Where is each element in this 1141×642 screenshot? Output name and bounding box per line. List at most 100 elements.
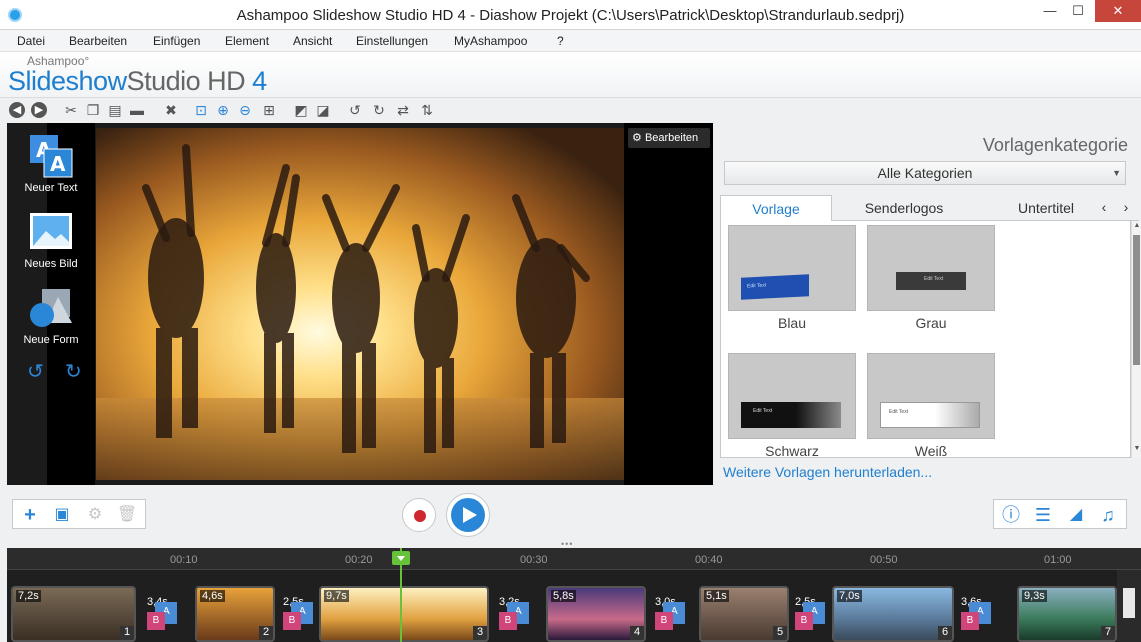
menu-datei[interactable]: Datei (17, 34, 45, 48)
transition-b-icon: B (499, 612, 517, 630)
clip-number: 7 (1101, 626, 1115, 640)
timeline-clip-3[interactable]: 9,7s 3 (319, 586, 489, 642)
play-button[interactable] (446, 493, 490, 537)
ruler-tick: 01:00 (1044, 554, 1072, 566)
record-icon (414, 510, 426, 522)
brand-name-part1: Slideshow (8, 66, 127, 96)
list-view-icon[interactable]: ☰ (1031, 503, 1055, 527)
copy-icon[interactable]: ❐ (84, 101, 102, 119)
timeline-transition-1[interactable]: 3,4s A B (145, 586, 187, 642)
tab-next-icon[interactable]: › (1116, 197, 1136, 217)
beach-photo (96, 128, 624, 480)
flip-icon[interactable]: ⇄ (394, 101, 412, 119)
add-media-icon[interactable]: ▣ (50, 503, 74, 527)
new-shape-tool[interactable]: Neue Form (7, 285, 95, 346)
rotate-left-icon[interactable]: ↺ (346, 101, 364, 119)
timeline-transition-2[interactable]: 2,5s A B (281, 586, 323, 642)
timeline-transition-3[interactable]: 3,2s A B (497, 586, 539, 642)
template-gallery: Edit Text Blau Edit Text Grau Edit Text … (720, 221, 1131, 458)
template-schwarz-preview: Edit Text (741, 402, 841, 428)
template-schwarz[interactable]: Edit Text (728, 353, 856, 439)
timeline-clip-5[interactable]: 5,1s 5 (699, 586, 789, 642)
template-blau[interactable]: Edit Text (728, 225, 856, 311)
timeline-scroll-thumb[interactable] (1123, 588, 1135, 618)
template-weiss[interactable]: Edit Text (867, 353, 995, 439)
slide-settings-icon[interactable]: ⚙ (83, 503, 107, 527)
transition-b-icon: B (961, 612, 979, 630)
menu-bearbeiten[interactable]: Bearbeiten (69, 34, 127, 48)
forward-icon[interactable]: ▶ (31, 102, 47, 118)
paste-icon[interactable]: ▤ (106, 101, 124, 119)
template-weiss-sample: Edit Text (889, 409, 909, 415)
undo-icon[interactable]: ↺ (27, 359, 44, 384)
scroll-down-icon[interactable]: ▼ (1132, 445, 1141, 457)
zoom-fit-icon[interactable]: ⊡ (192, 101, 210, 119)
timeline-transition-4[interactable]: 3,0s A B (653, 586, 695, 642)
timeline-clip-6[interactable]: 7,0s 6 (832, 586, 954, 642)
align-icon[interactable]: ⇅ (418, 101, 436, 119)
stage-edit-button[interactable]: ⚙ Bearbeiten (628, 128, 710, 148)
more-templates-link[interactable]: Weitere Vorlagen herunterladen... (723, 464, 932, 480)
close-button[interactable]: ✕ (1095, 0, 1141, 22)
add-slide-icon[interactable]: + (18, 503, 42, 527)
redo-icon[interactable]: ↻ (65, 359, 82, 384)
ruler-tick: 00:30 (520, 554, 548, 566)
timeline-clip-4[interactable]: 5,8s 4 (546, 586, 646, 642)
clip-number: 4 (630, 626, 644, 640)
zoom-in-icon[interactable]: ⊕ (214, 101, 232, 119)
timeline-transition-5[interactable]: 2,5s A B (793, 586, 835, 642)
tab-untertitel[interactable]: Untertitel (996, 195, 1096, 222)
template-grau[interactable]: Edit Text (867, 225, 995, 311)
clip-duration: 9,3s (1022, 590, 1047, 602)
menu-myashampoo[interactable]: MyAshampoo (454, 34, 527, 48)
timeline-clip-7[interactable]: 9,3s 7 (1017, 586, 1117, 642)
timeline-clip-1[interactable]: 7,2s 1 (11, 586, 136, 642)
zoom-selection-icon[interactable]: ⊞ (260, 101, 278, 119)
transition-view-icon[interactable]: ◢ (1064, 503, 1088, 527)
new-text-tool[interactable]: A A Neuer Text (7, 133, 95, 194)
template-grau-preview: Edit Text (896, 272, 966, 290)
tab-vorlage[interactable]: Vorlage (720, 195, 832, 222)
music-icon[interactable]: ♫ (1096, 503, 1120, 527)
record-button[interactable] (402, 498, 436, 532)
minimize-button[interactable]: — (1036, 0, 1064, 22)
ruler-tick: 00:10 (170, 554, 198, 566)
ruler-tick: 00:40 (695, 554, 723, 566)
timeline-scrollbar[interactable] (1117, 570, 1141, 642)
timeline-ruler[interactable]: 00:10 00:20 00:30 00:40 00:50 01:00 (7, 548, 1141, 570)
timeline: 00:10 00:20 00:30 00:40 00:50 01:00 7,2s… (7, 548, 1141, 642)
duplicate-icon[interactable]: ▬ (128, 101, 146, 119)
maximize-button[interactable]: ☐ (1064, 0, 1092, 22)
category-dropdown[interactable]: Alle Kategorien ▼ (724, 161, 1126, 185)
back-icon[interactable]: ◀ (9, 102, 25, 118)
zoom-out-icon[interactable]: ⊖ (236, 101, 254, 119)
timeline-clip-2[interactable]: 4,6s 2 (195, 586, 275, 642)
gallery-scrollbar[interactable]: ▲ ▼ (1131, 221, 1141, 458)
timeline-transition-6[interactable]: 3,6s A B (959, 586, 1001, 642)
menu-help[interactable]: ? (557, 34, 564, 48)
delete-icon[interactable]: ✖ (162, 101, 180, 119)
trash-icon[interactable]: 🗑 (115, 503, 139, 527)
cut-icon[interactable]: ✂ (62, 101, 80, 119)
bring-forward-icon[interactable]: ◩ (292, 101, 310, 119)
clip-number: 5 (773, 626, 787, 640)
main-toolbar: ◀ ▶ ✂ ❐ ▤ ▬ ✖ ⊡ ⊕ ⊖ ⊞ ◩ ◪ ↺ ↻ ⇄ ⇅ (0, 98, 1141, 122)
new-image-tool[interactable]: Neues Bild (7, 209, 95, 270)
playhead-handle[interactable] (392, 551, 410, 565)
menu-einstellungen[interactable]: Einstellungen (356, 34, 428, 48)
clip-duration: 4,6s (200, 590, 225, 602)
menu-element[interactable]: Element (225, 34, 269, 48)
menu-ansicht[interactable]: Ansicht (293, 34, 332, 48)
template-weiss-preview: Edit Text (880, 402, 980, 428)
tab-prev-icon[interactable]: ‹ (1094, 197, 1114, 217)
info-icon[interactable]: ⓘ (999, 503, 1023, 527)
menu-einfuegen[interactable]: Einfügen (153, 34, 200, 48)
scroll-up-icon[interactable]: ▲ (1132, 222, 1141, 234)
category-dropdown-value: Alle Kategorien (877, 165, 973, 181)
tab-senderlogos[interactable]: Senderlogos (844, 195, 964, 222)
rotate-right-icon[interactable]: ↻ (370, 101, 388, 119)
send-backward-icon[interactable]: ◪ (314, 101, 332, 119)
gallery-scroll-thumb[interactable] (1133, 235, 1140, 365)
transition-b-icon: B (655, 612, 673, 630)
slide-preview-image[interactable] (96, 128, 624, 480)
